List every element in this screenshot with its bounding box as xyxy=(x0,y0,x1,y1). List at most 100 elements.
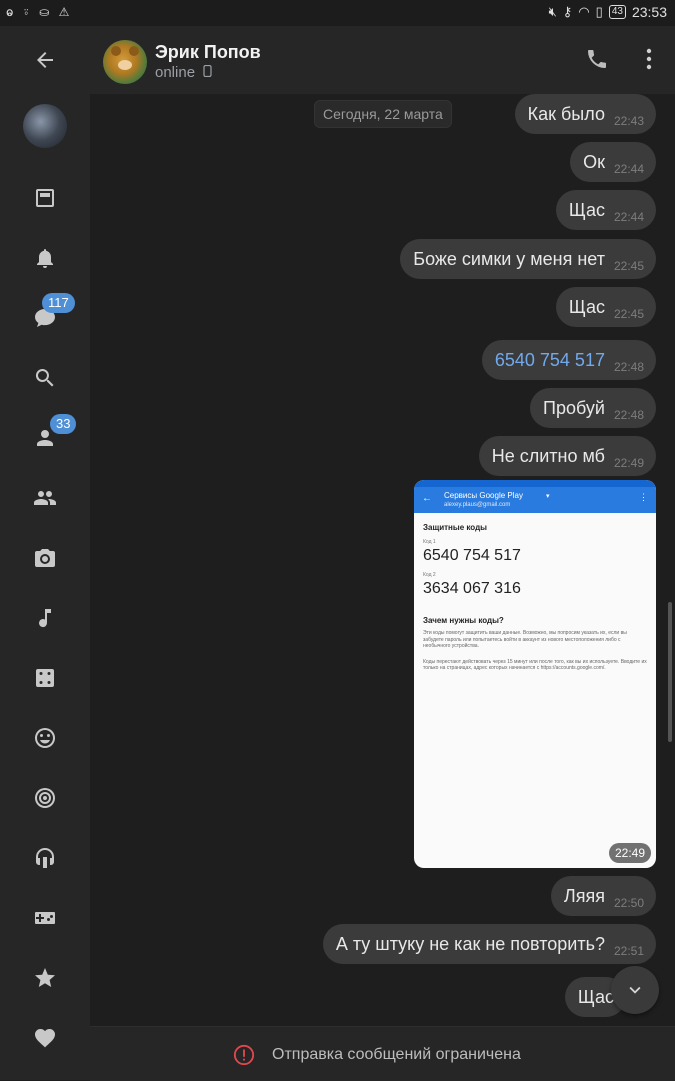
message-time: 22:49 xyxy=(613,456,644,470)
search-icon xyxy=(35,369,54,387)
arrow-left-icon xyxy=(37,52,53,68)
backup-code: 3634 067 316 xyxy=(423,580,521,597)
message-text: Ок xyxy=(583,151,605,172)
photo-dropdown-icon: ▾ xyxy=(546,493,550,500)
message-text: Ляяя xyxy=(563,885,605,906)
message-bubble[interactable]: А ту штуку не как не повторить? 22:51 xyxy=(322,924,656,964)
restricted-message: Отправка сообщений ограничена xyxy=(272,1046,521,1063)
sidebar-item-search[interactable] xyxy=(21,354,69,402)
sidebar-item-podcasts[interactable] xyxy=(21,834,69,882)
contact-name[interactable]: Эрик Попов xyxy=(155,42,261,63)
message-time: 22:45 xyxy=(613,259,644,273)
photo-heading: Защитные коды xyxy=(423,523,487,532)
message-time: 22:44 xyxy=(613,210,644,224)
avatar xyxy=(23,104,67,148)
status-bar: ⱺ ⍤ ⛀ ⚠ 🔇︎ ⚷ ◠ ▯ 43 23:53 xyxy=(0,0,675,26)
message-text: А ту штуку не как не повторить? xyxy=(335,933,605,954)
photo-app-title: Сервисы Google Play xyxy=(444,491,523,500)
code-label: Код 2 xyxy=(423,572,436,578)
scrollbar[interactable] xyxy=(668,602,672,742)
message-time: 22:50 xyxy=(613,896,644,910)
chevron-down-icon xyxy=(629,986,641,994)
profile-avatar[interactable] xyxy=(21,102,69,150)
message-bubble[interactable]: Ок 22:44 xyxy=(570,142,656,182)
message-text: Щас xyxy=(577,986,614,1007)
notification-icons: ⱺ ⍤ ⛀ ⚠ xyxy=(6,5,73,19)
photo-content: Защитные коды Код 1 6540 754 517 Код 2 3… xyxy=(414,513,656,678)
music-note-icon xyxy=(39,609,51,628)
feed-icon xyxy=(36,189,54,207)
chat-header: Эрик Попов online xyxy=(90,26,675,94)
sidebar-item-photos[interactable] xyxy=(21,534,69,582)
photo-message[interactable]: ← Сервисы Google Play alexey.plaus@gmail… xyxy=(414,480,656,868)
message-bubble[interactable]: Как было 22:43 xyxy=(514,94,656,134)
sidebar-item-favorites[interactable] xyxy=(21,1014,69,1062)
smile-icon xyxy=(35,728,55,748)
message-bubble[interactable]: 6540 754 517 22:48 xyxy=(481,340,656,380)
sidebar: 117 33 xyxy=(0,26,90,1080)
sidebar-item-bookmarks[interactable] xyxy=(21,954,69,1002)
star-icon xyxy=(35,968,55,987)
wifi-icon: ◠ xyxy=(578,4,590,19)
message-list[interactable]: Сегодня, 22 марта Как было 22:43 Ок 22:44 … xyxy=(90,94,675,1026)
message-bubble[interactable]: Пробуй 22:48 xyxy=(530,388,656,428)
photo-appbar: ← Сервисы Google Play alexey.plaus@gmail… xyxy=(414,487,656,513)
sidebar-item-communities[interactable] xyxy=(21,474,69,522)
alert-icon xyxy=(233,1044,255,1066)
message-bubble[interactable]: Щас 22:44 xyxy=(555,190,656,230)
sidebar-item-music[interactable] xyxy=(21,594,69,642)
avatar-ear xyxy=(129,46,139,56)
message-bubble[interactable]: Боже симки у меня нет 22:45 xyxy=(400,239,656,279)
bell-icon xyxy=(37,249,53,268)
photo-account: alexey.plaus@gmail.com xyxy=(444,502,511,508)
sim-icon: ▯ xyxy=(595,4,603,19)
heart-icon xyxy=(34,1028,56,1048)
key-icon: ⚷ xyxy=(562,4,573,19)
date-separator: Сегодня, 22 марта xyxy=(314,100,452,128)
photo-time: 22:49 xyxy=(608,843,651,863)
photo-menu-icon: ⋮ xyxy=(639,492,648,502)
phone-icon[interactable] xyxy=(585,47,609,71)
message-time: 22:51 xyxy=(613,944,644,958)
contact-status: online xyxy=(155,64,212,81)
photo-subheading: Зачем нужны коды? xyxy=(423,616,504,625)
backup-code: 6540 754 517 xyxy=(423,547,521,564)
photo-statusbar xyxy=(414,480,656,487)
message-time: 22:48 xyxy=(613,408,644,422)
camera-icon xyxy=(35,549,55,567)
more-vertical-icon[interactable] xyxy=(639,46,659,72)
sidebar-item-games[interactable] xyxy=(21,654,69,702)
avatar-ear xyxy=(111,46,121,56)
message-phone-link[interactable]: 6540 754 517 xyxy=(495,350,605,371)
code-label: Код 1 xyxy=(423,539,436,545)
group-icon xyxy=(34,491,56,505)
sidebar-item-news[interactable] xyxy=(21,174,69,222)
photo-paragraph: Эти коды помогут защитить ваши данные. В… xyxy=(423,630,627,649)
mobile-icon xyxy=(203,64,212,78)
sidebar-item-gamepad[interactable] xyxy=(21,894,69,942)
message-bubble[interactable]: Щас 22:45 xyxy=(555,287,656,327)
message-time: 22:43 xyxy=(613,114,644,128)
message-time: 22:45 xyxy=(613,307,644,321)
message-bubble[interactable]: Не слитно мб 22:49 xyxy=(478,436,656,476)
friends-badge: 33 xyxy=(50,414,77,434)
scroll-down-button[interactable] xyxy=(611,966,659,1014)
photo-paragraph: Коды перестают действовать через 15 мину… xyxy=(423,658,647,672)
contact-avatar[interactable] xyxy=(103,40,147,84)
message-bubble[interactable]: Ляяя 22:50 xyxy=(550,876,656,916)
gamepad-icon xyxy=(35,912,55,924)
dice-icon xyxy=(36,669,54,687)
photo-back-icon: ← xyxy=(422,493,432,504)
podcast-icon xyxy=(36,848,54,868)
sidebar-item-stories[interactable] xyxy=(21,774,69,822)
message-time: 22:48 xyxy=(613,360,644,374)
sidebar-item-stickers[interactable] xyxy=(21,714,69,762)
sidebar-item-notifications[interactable] xyxy=(21,234,69,282)
mute-icon: 🔇︎ xyxy=(548,4,557,19)
back-button[interactable] xyxy=(21,36,69,84)
status-text: online xyxy=(155,64,196,81)
clock: 23:53 xyxy=(631,4,667,20)
target-icon xyxy=(35,788,55,808)
message-text: Щас xyxy=(568,199,605,220)
message-time: 22:44 xyxy=(613,162,644,176)
